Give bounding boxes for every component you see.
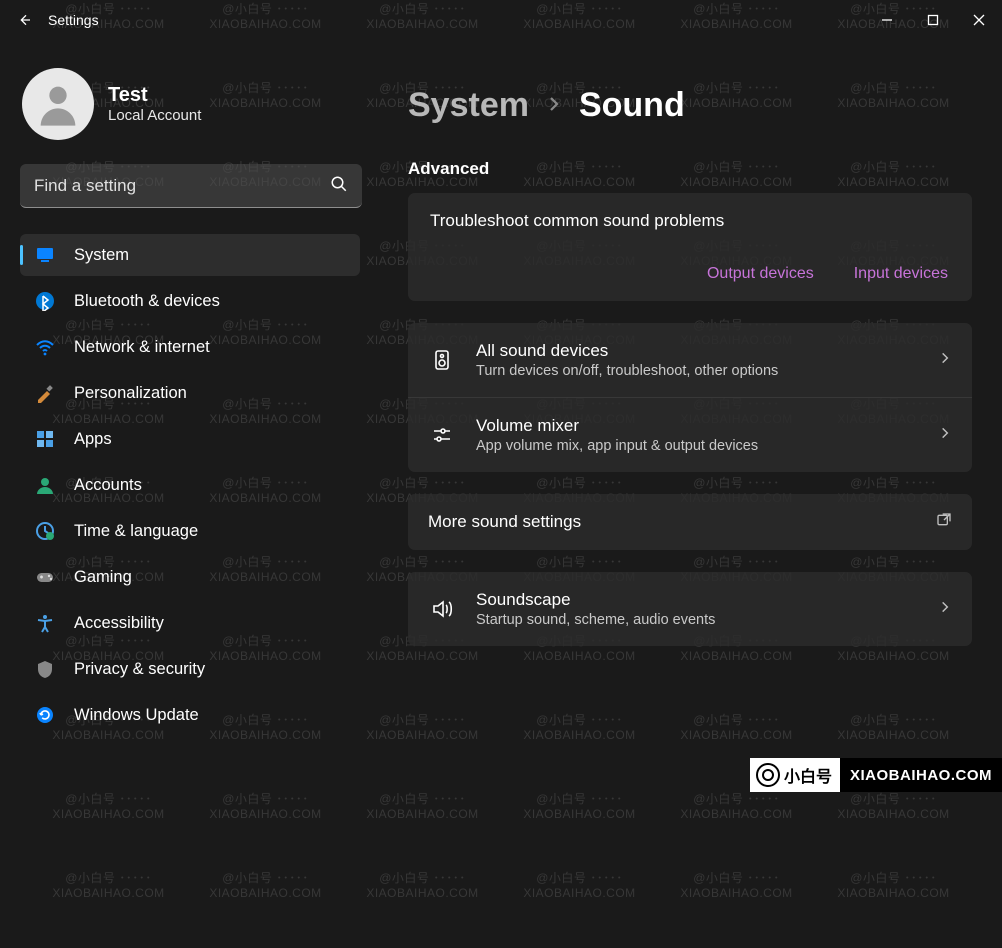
close-icon xyxy=(973,14,985,26)
soundscape-row[interactable]: Soundscape Startup sound, scheme, audio … xyxy=(408,572,972,646)
speaker-icon xyxy=(428,348,456,372)
row-title: More sound settings xyxy=(428,512,916,532)
search-icon xyxy=(330,175,348,197)
maximize-button[interactable] xyxy=(910,2,956,38)
person-icon xyxy=(32,78,84,130)
output-devices-link[interactable]: Output devices xyxy=(707,265,814,283)
sidebar-item-label: Windows Update xyxy=(74,706,199,725)
maximize-icon xyxy=(927,14,939,26)
soundscape-card: Soundscape Startup sound, scheme, audio … xyxy=(408,572,972,646)
row-title: Volume mixer xyxy=(476,416,918,436)
sidebar-item-system[interactable]: System xyxy=(20,234,360,276)
chevron-right-icon xyxy=(938,426,952,444)
sidebar-item-update[interactable]: Windows Update xyxy=(20,694,360,736)
avatar xyxy=(22,68,94,140)
mixer-icon xyxy=(428,423,456,447)
watermark-corner: 小白号 XIAOBAIHAO.COM xyxy=(750,758,1002,792)
row-sub: Turn devices on/off, troubleshoot, other… xyxy=(476,363,918,379)
sidebar-item-personalization[interactable]: Personalization xyxy=(20,372,360,414)
troubleshoot-title: Troubleshoot common sound problems xyxy=(430,211,950,231)
troubleshoot-card: Troubleshoot common sound problems Outpu… xyxy=(408,193,972,301)
sidebar-item-label: Apps xyxy=(74,430,112,449)
sidebar-item-gaming[interactable]: Gaming xyxy=(20,556,360,598)
window-title: Settings xyxy=(48,12,99,28)
sidebar-item-label: Privacy & security xyxy=(74,660,205,679)
user-block[interactable]: Test Local Account xyxy=(20,68,370,140)
nav: System Bluetooth & devices Network & inter… xyxy=(20,230,370,792)
monitor-icon xyxy=(34,244,56,266)
sidebar-item-label: Accounts xyxy=(74,476,142,495)
sidebar-item-label: Accessibility xyxy=(74,614,164,633)
wifi-icon xyxy=(34,336,56,358)
apps-icon xyxy=(34,428,56,450)
sidebar-item-privacy[interactable]: Privacy & security xyxy=(20,648,360,690)
sidebar-item-label: Bluetooth & devices xyxy=(74,292,220,311)
device-rows-card: All sound devices Turn devices on/off, tr… xyxy=(408,323,972,472)
minimize-icon xyxy=(881,14,893,26)
more-sound-card: More sound settings xyxy=(408,494,972,550)
user-sub: Local Account xyxy=(108,107,201,124)
accessibility-icon xyxy=(34,612,56,634)
chevron-right-icon xyxy=(545,95,563,117)
sidebar-item-bluetooth[interactable]: Bluetooth & devices xyxy=(20,280,360,322)
chevron-right-icon xyxy=(938,600,952,618)
back-icon xyxy=(16,12,32,28)
search-input[interactable] xyxy=(20,164,362,208)
sidebar-item-label: Gaming xyxy=(74,568,132,587)
row-sub: Startup sound, scheme, audio events xyxy=(476,612,918,628)
gamepad-icon xyxy=(34,566,56,588)
chevron-right-icon xyxy=(938,351,952,369)
sidebar-item-accessibility[interactable]: Accessibility xyxy=(20,602,360,644)
sidebar-item-label: System xyxy=(74,246,129,265)
all-sound-devices-row[interactable]: All sound devices Turn devices on/off, tr… xyxy=(408,323,972,397)
more-sound-settings-row[interactable]: More sound settings xyxy=(408,494,972,550)
breadcrumb-current: Sound xyxy=(579,86,685,125)
close-button[interactable] xyxy=(956,2,1002,38)
row-title: All sound devices xyxy=(476,341,918,361)
brush-icon xyxy=(34,382,56,404)
sidebar-item-accounts[interactable]: Accounts xyxy=(20,464,360,506)
volume-mixer-row[interactable]: Volume mixer App volume mix, app input & … xyxy=(408,397,972,472)
row-sub: App volume mix, app input & output devic… xyxy=(476,438,918,454)
back-button[interactable] xyxy=(0,0,48,40)
sidebar-item-label: Personalization xyxy=(74,384,187,403)
sound-icon xyxy=(428,597,456,621)
sidebar-item-label: Time & language xyxy=(74,522,198,541)
sidebar-item-time[interactable]: Time & language xyxy=(20,510,360,552)
clock-icon xyxy=(34,520,56,542)
sidebar-item-network[interactable]: Network & internet xyxy=(20,326,360,368)
bluetooth-icon xyxy=(34,290,56,312)
sidebar-item-apps[interactable]: Apps xyxy=(20,418,360,460)
person-icon xyxy=(34,474,56,496)
breadcrumb-parent[interactable]: System xyxy=(408,86,529,125)
shield-icon xyxy=(34,658,56,680)
minimize-button[interactable] xyxy=(864,2,910,38)
input-devices-link[interactable]: Input devices xyxy=(854,265,948,283)
section-advanced: Advanced xyxy=(408,159,972,179)
sidebar-item-label: Network & internet xyxy=(74,338,210,357)
external-link-icon xyxy=(936,512,952,532)
user-name: Test xyxy=(108,84,201,107)
breadcrumb: System Sound xyxy=(408,86,972,125)
row-title: Soundscape xyxy=(476,590,918,610)
refresh-icon xyxy=(34,704,56,726)
